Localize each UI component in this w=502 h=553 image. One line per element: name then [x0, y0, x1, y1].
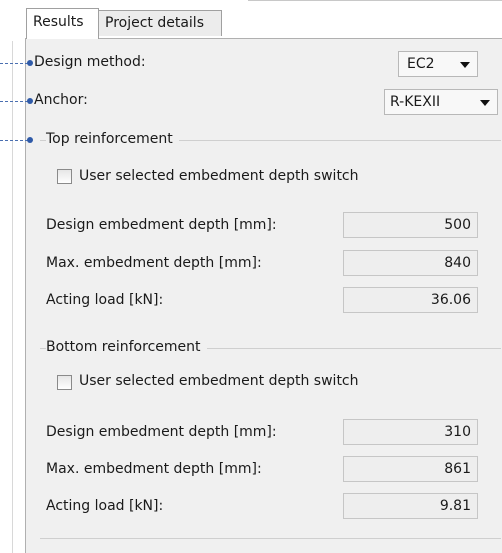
bottom-acting-load-label: Acting load [kN]:: [46, 498, 164, 514]
design-method-leader-dot: [27, 60, 33, 66]
bottom-design-depth-label: Design embedment depth [mm]:: [46, 424, 277, 440]
top-max-depth-label: Max. embedment depth [mm]:: [46, 255, 262, 271]
anchor-value: R-KEXII: [390, 94, 441, 110]
top-design-depth-value: 500: [343, 212, 478, 238]
panel-bottom-divider: [40, 538, 501, 539]
anchor-leader-dot: [27, 98, 33, 104]
bottom-design-depth-value: 310: [343, 419, 478, 445]
chevron-down-icon: [480, 100, 490, 106]
bottom-max-depth-label: Max. embedment depth [mm]:: [46, 461, 262, 477]
top-design-depth-label: Design embedment depth [mm]:: [46, 217, 277, 233]
top-switch-checkbox[interactable]: [57, 169, 72, 184]
left-gutter: [0, 36, 26, 553]
top-switch-label: User selected embedment depth switch: [79, 168, 359, 184]
top-reinforcement-title: Top reinforcement: [46, 131, 179, 147]
bottom-acting-load-value: 9.81: [343, 493, 478, 519]
bottom-switch-label: User selected embedment depth switch: [79, 373, 359, 389]
design-method-value: EC2: [407, 56, 435, 72]
design-method-select[interactable]: EC2: [398, 51, 478, 77]
bottom-reinforcement-title: Bottom reinforcement: [46, 339, 207, 355]
top-acting-load-label: Acting load [kN]:: [46, 292, 164, 308]
anchor-select[interactable]: R-KEXII: [384, 89, 498, 115]
design-method-leader: [0, 63, 28, 64]
tab-project-details[interactable]: Project details: [98, 10, 222, 36]
top-divider: [248, 0, 502, 1]
bottom-max-depth-value: 861: [343, 456, 478, 482]
anchor-leader: [0, 101, 28, 102]
chevron-down-icon: [460, 62, 470, 68]
gutter-line: [12, 41, 13, 553]
top-reinforcement-leader: [0, 140, 28, 141]
bottom-switch-checkbox[interactable]: [57, 375, 72, 390]
design-method-label: Design method:: [34, 54, 146, 70]
tab-results[interactable]: Results: [26, 8, 99, 39]
top-max-depth-value: 840: [343, 250, 478, 276]
anchor-label: Anchor:: [34, 92, 88, 108]
top-acting-load-value: 36.06: [343, 287, 478, 313]
top-reinforcement-leader-dot: [27, 137, 33, 143]
